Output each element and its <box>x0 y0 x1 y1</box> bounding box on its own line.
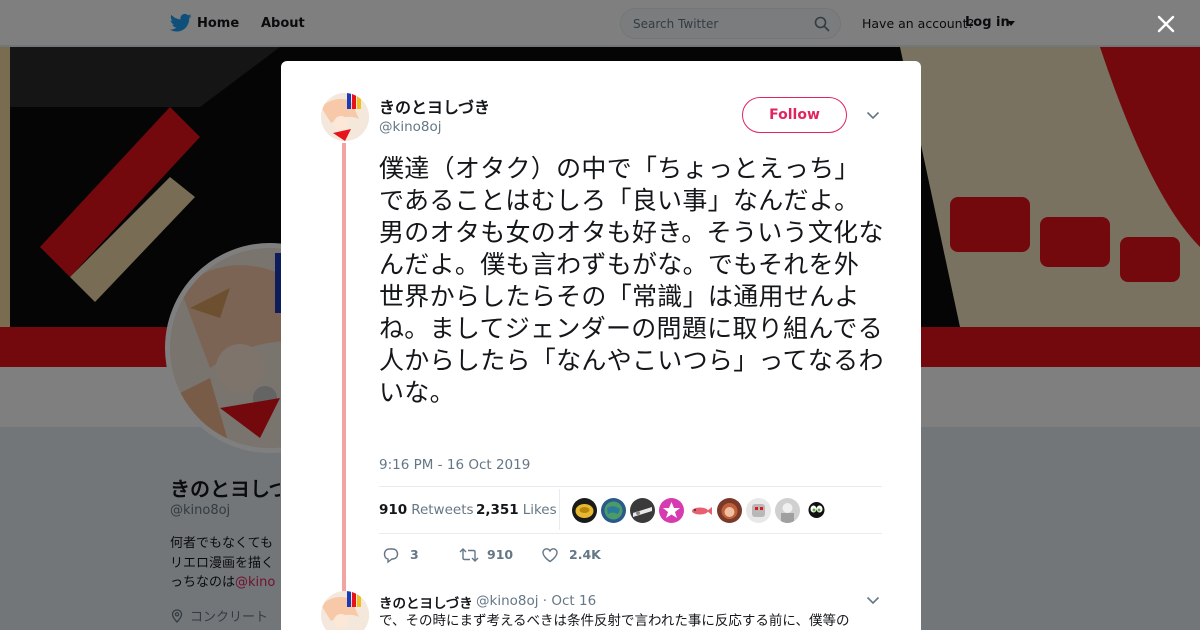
divider <box>559 489 560 530</box>
divider <box>379 533 882 534</box>
liker-avatar[interactable] <box>688 498 713 523</box>
close-icon[interactable] <box>1156 14 1176 34</box>
retweet-icon <box>459 548 479 562</box>
liker-avatar[interactable] <box>804 498 829 523</box>
retweets-count: 910 <box>379 502 408 518</box>
author-handle[interactable]: @kino8oj <box>379 119 441 135</box>
chevron-down-icon[interactable] <box>866 596 880 605</box>
liker-avatar[interactable] <box>746 498 771 523</box>
liker-avatar[interactable] <box>601 498 626 523</box>
reply-author-avatar[interactable] <box>321 591 369 630</box>
tweet-timestamp[interactable]: 9:16 PM - 16 Oct 2019 <box>379 457 530 473</box>
divider <box>379 486 882 487</box>
author-name[interactable]: きのとヨしづき <box>379 94 490 118</box>
retweet-count: 910 <box>487 547 514 562</box>
liker-avatar[interactable] <box>630 498 655 523</box>
follow-button[interactable]: Follow <box>742 97 847 133</box>
likes-label: Likes <box>522 502 557 518</box>
liker-avatar[interactable] <box>572 498 597 523</box>
likes-stat[interactable]: 2,351 Likes <box>476 502 557 518</box>
reply-handle-date[interactable]: @kino8oj · Oct 16 <box>476 593 596 609</box>
tweet-modal: きのとヨしづき @kino8oj Follow 僕達（オタク）の中で「ちょっとえ… <box>281 61 921 630</box>
retweets-label: Retweets <box>411 502 474 518</box>
reply-author-name[interactable]: きのとヨしづき <box>379 592 473 612</box>
likes-count: 2,351 <box>476 502 519 518</box>
liker-avatar[interactable] <box>659 498 684 523</box>
like-count: 2.4K <box>569 547 601 562</box>
thread-line <box>342 143 346 591</box>
liker-avatar[interactable] <box>775 498 800 523</box>
reply-count: 3 <box>410 547 419 562</box>
author-avatar[interactable] <box>321 93 369 141</box>
tweet-text: 僕達（オタク）の中で「ちょっとえっち」であることはむしろ「良い事」なんだよ。男の… <box>379 154 884 407</box>
chevron-down-icon[interactable] <box>866 111 880 120</box>
reply-text: で、その時にまず考えるべきは条件反射で言われた事に反応する前に、僕等の <box>379 613 850 629</box>
reply-icon <box>383 548 399 564</box>
heart-icon <box>542 548 558 563</box>
liker-avatar[interactable] <box>717 498 742 523</box>
retweets-stat[interactable]: 910 Retweets <box>379 502 474 518</box>
